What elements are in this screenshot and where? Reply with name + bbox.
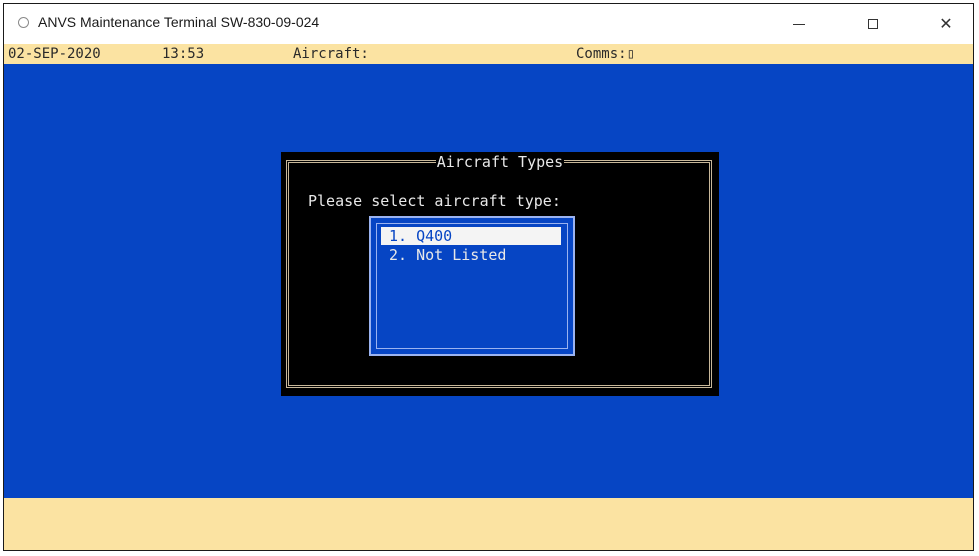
listbox-inner-frame: 1. Q400 2. Not Listed [376, 223, 568, 349]
aircraft-types-dialog: Aircraft Types Please select aircraft ty… [281, 152, 719, 396]
minimize-icon [793, 23, 805, 25]
app-icon [18, 17, 29, 28]
maximize-icon [868, 19, 878, 29]
list-item-q400[interactable]: 1. Q400 [381, 227, 561, 245]
status-comms: Comms:▯ [576, 44, 635, 64]
status-date: 02-SEP-2020 [8, 46, 101, 62]
bottom-bar [4, 498, 973, 550]
status-time: 13:53 [162, 46, 205, 62]
status-comms-label: Comms: [576, 46, 627, 62]
maximize-button[interactable] [850, 4, 896, 44]
minimize-button[interactable] [776, 4, 822, 44]
terminal-window: ANVS Maintenance Terminal SW-830-09-024 … [3, 3, 974, 551]
title-bar[interactable]: ANVS Maintenance Terminal SW-830-09-024 … [4, 4, 973, 44]
status-bar: 02-SEP-2020 13:53 Aircraft: Comms:▯ [4, 44, 973, 64]
window-title: ANVS Maintenance Terminal SW-830-09-024 [38, 14, 320, 30]
dialog-prompt: Please select aircraft type: [308, 192, 561, 210]
terminal-screen: Aircraft Types Please select aircraft ty… [4, 64, 973, 498]
status-aircraft-label: Aircraft: [293, 46, 369, 62]
close-button[interactable]: ✕ [923, 4, 969, 44]
dialog-title-row: Aircraft Types [281, 152, 719, 172]
comms-indicator-icon: ▯ [626, 46, 636, 62]
close-icon: ✕ [939, 14, 953, 33]
dialog-title: Aircraft Types [435, 153, 565, 171]
list-item-not-listed[interactable]: 2. Not Listed [381, 246, 561, 264]
aircraft-type-listbox[interactable]: 1. Q400 2. Not Listed [369, 216, 575, 356]
